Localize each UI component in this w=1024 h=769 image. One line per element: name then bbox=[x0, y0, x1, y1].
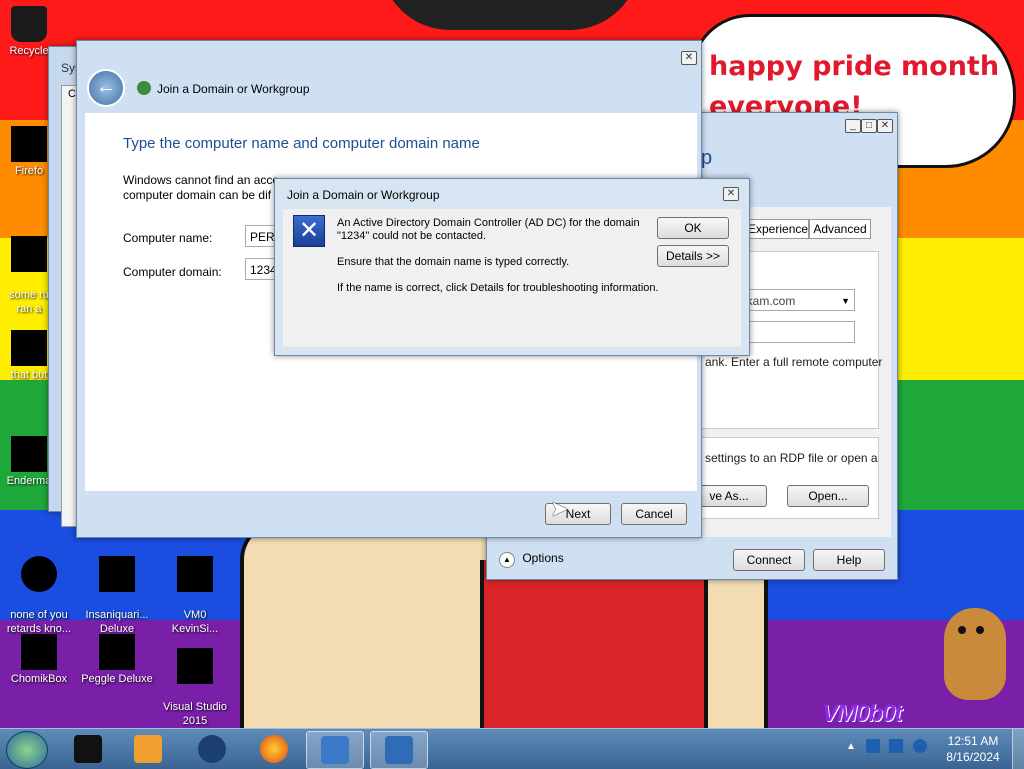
visual-studio-icon[interactable]: Visual Studio 2015 bbox=[156, 634, 234, 742]
connect-button[interactable]: Connect bbox=[733, 549, 805, 571]
tab-experience[interactable]: Experience bbox=[747, 219, 809, 239]
save-as-button[interactable]: ve As... bbox=[691, 485, 767, 507]
remote-desktop-icon bbox=[385, 736, 413, 764]
taskbar-app-1[interactable] bbox=[60, 731, 116, 767]
taskbar: ▲ 12:51 AM 8/16/2024 bbox=[0, 728, 1024, 769]
app-icon bbox=[74, 735, 102, 763]
error-message-line2: "1234" could not be contacted. bbox=[337, 230, 487, 242]
chomikbox-icon[interactable]: ChomikBox bbox=[0, 634, 78, 686]
tray-icons bbox=[866, 739, 936, 759]
dialog-title: Join a Domain or Workgroup bbox=[287, 188, 440, 202]
enderman-glyph bbox=[11, 436, 47, 472]
wizard-heading: Type the computer name and computer doma… bbox=[123, 135, 480, 152]
chevron-up-icon: ▲ bbox=[499, 552, 515, 568]
computer-combobox[interactable]: ikam.com ▼ bbox=[739, 289, 855, 311]
taskbar-media-player[interactable] bbox=[120, 731, 176, 767]
watermark-text: VM0b0t bbox=[822, 700, 902, 727]
mouse-cursor-icon: ➤ bbox=[550, 496, 569, 521]
file-glyph bbox=[11, 236, 47, 272]
network-tray-icon[interactable] bbox=[866, 739, 880, 753]
username-field[interactable] bbox=[739, 321, 855, 343]
desktop-icon-label: ChomikBox bbox=[10, 673, 68, 685]
app-glyph bbox=[21, 634, 57, 670]
bubble-text-line1: happy pride month bbox=[709, 51, 1000, 82]
error-message-line3: Ensure that the domain name is typed cor… bbox=[337, 256, 570, 268]
desktop-icon-label: Peggle Deluxe bbox=[81, 673, 153, 685]
chevron-down-icon: ▼ bbox=[841, 296, 850, 306]
taskbar-app-3[interactable] bbox=[184, 731, 240, 767]
tab-label: C bbox=[68, 88, 76, 100]
taskbar-firefox[interactable] bbox=[246, 731, 302, 767]
error-icon: ✕ bbox=[293, 215, 325, 247]
media-player-icon bbox=[134, 735, 162, 763]
settings-text: settings to an RDP file or open a bbox=[705, 451, 878, 465]
app-glyph bbox=[177, 556, 213, 592]
cartoon-shirt bbox=[480, 560, 708, 728]
minimize-button[interactable]: _ bbox=[845, 119, 861, 133]
desktop-icon-label: VM0 KevinSi... bbox=[171, 609, 219, 635]
app-icon bbox=[198, 735, 226, 763]
wizard-description-line1: Windows cannot find an acco bbox=[123, 173, 279, 187]
network-icon bbox=[137, 81, 151, 95]
peggle-icon[interactable]: Peggle Deluxe bbox=[78, 634, 156, 686]
error-message-line1: An Active Directory Domain Controller (A… bbox=[337, 217, 640, 229]
taskbar-remote-desktop[interactable] bbox=[370, 731, 428, 769]
firefox-icon bbox=[260, 735, 288, 763]
desktop-icon-label: Insaniquari... Deluxe bbox=[85, 609, 149, 635]
hint-text: ank. Enter a full remote computer bbox=[705, 355, 883, 369]
next-label: Next bbox=[565, 507, 591, 521]
error-dialog[interactable]: Join a Domain or Workgroup ✕ ✕ An Active… bbox=[274, 178, 750, 356]
app-glyph bbox=[99, 634, 135, 670]
clock-time: 12:51 AM bbox=[947, 734, 999, 748]
desktop-icon-label: none of you retards kno... bbox=[6, 609, 72, 635]
clock-date: 8/16/2024 bbox=[946, 750, 1000, 764]
recycle-bin-glyph bbox=[11, 6, 47, 42]
app-glyph bbox=[99, 556, 135, 592]
options-toggle[interactable]: ▲ Options bbox=[499, 551, 569, 569]
hamster-image bbox=[944, 608, 1006, 700]
wizard-title: Join a Domain or Workgroup bbox=[157, 82, 310, 96]
taskbar-system-properties[interactable] bbox=[306, 731, 364, 769]
volume-tray-icon[interactable] bbox=[912, 739, 927, 753]
app-glyph bbox=[21, 556, 57, 592]
tab-advanced[interactable]: Advanced bbox=[809, 219, 871, 239]
clock[interactable]: 12:51 AM 8/16/2024 bbox=[940, 733, 1006, 765]
monitor-tray-icon[interactable] bbox=[889, 739, 904, 753]
computer-name-label: Computer name: bbox=[123, 231, 213, 245]
maximize-button[interactable]: □ bbox=[861, 119, 877, 133]
close-button[interactable]: ✕ bbox=[723, 187, 739, 201]
computer-icon bbox=[321, 736, 349, 764]
computer-domain-value: 1234 bbox=[250, 263, 277, 277]
app-glyph bbox=[177, 648, 213, 684]
tray-expand-icon[interactable]: ▲ bbox=[846, 741, 856, 752]
show-desktop-button[interactable] bbox=[1012, 729, 1024, 769]
details-button[interactable]: Details >> bbox=[657, 245, 729, 267]
window-title: p bbox=[701, 147, 713, 169]
computer-combobox-value: ikam.com bbox=[744, 294, 796, 308]
open-button[interactable]: Open... bbox=[787, 485, 869, 507]
close-button[interactable]: ✕ bbox=[681, 51, 697, 65]
options-label: Options bbox=[522, 551, 564, 565]
start-button[interactable] bbox=[6, 731, 48, 769]
description-line1-text: Windows cannot find an acco bbox=[123, 173, 280, 187]
back-arrow-icon[interactable]: ← bbox=[87, 69, 125, 107]
firefox-glyph bbox=[11, 126, 47, 162]
file-glyph bbox=[11, 330, 47, 366]
ok-button[interactable]: OK bbox=[657, 217, 729, 239]
desktop-icon-label: Visual Studio 2015 bbox=[162, 701, 227, 727]
close-button[interactable]: ✕ bbox=[877, 119, 893, 133]
cancel-button[interactable]: Cancel bbox=[621, 503, 687, 525]
wizard-description-line2: computer domain can be dif bbox=[123, 188, 272, 202]
dialog-body: ✕ An Active Directory Domain Controller … bbox=[283, 209, 741, 347]
computer-domain-label: Computer domain: bbox=[123, 265, 222, 279]
error-message-line4: If the name is correct, click Details fo… bbox=[337, 282, 659, 294]
help-button[interactable]: Help bbox=[813, 549, 885, 571]
